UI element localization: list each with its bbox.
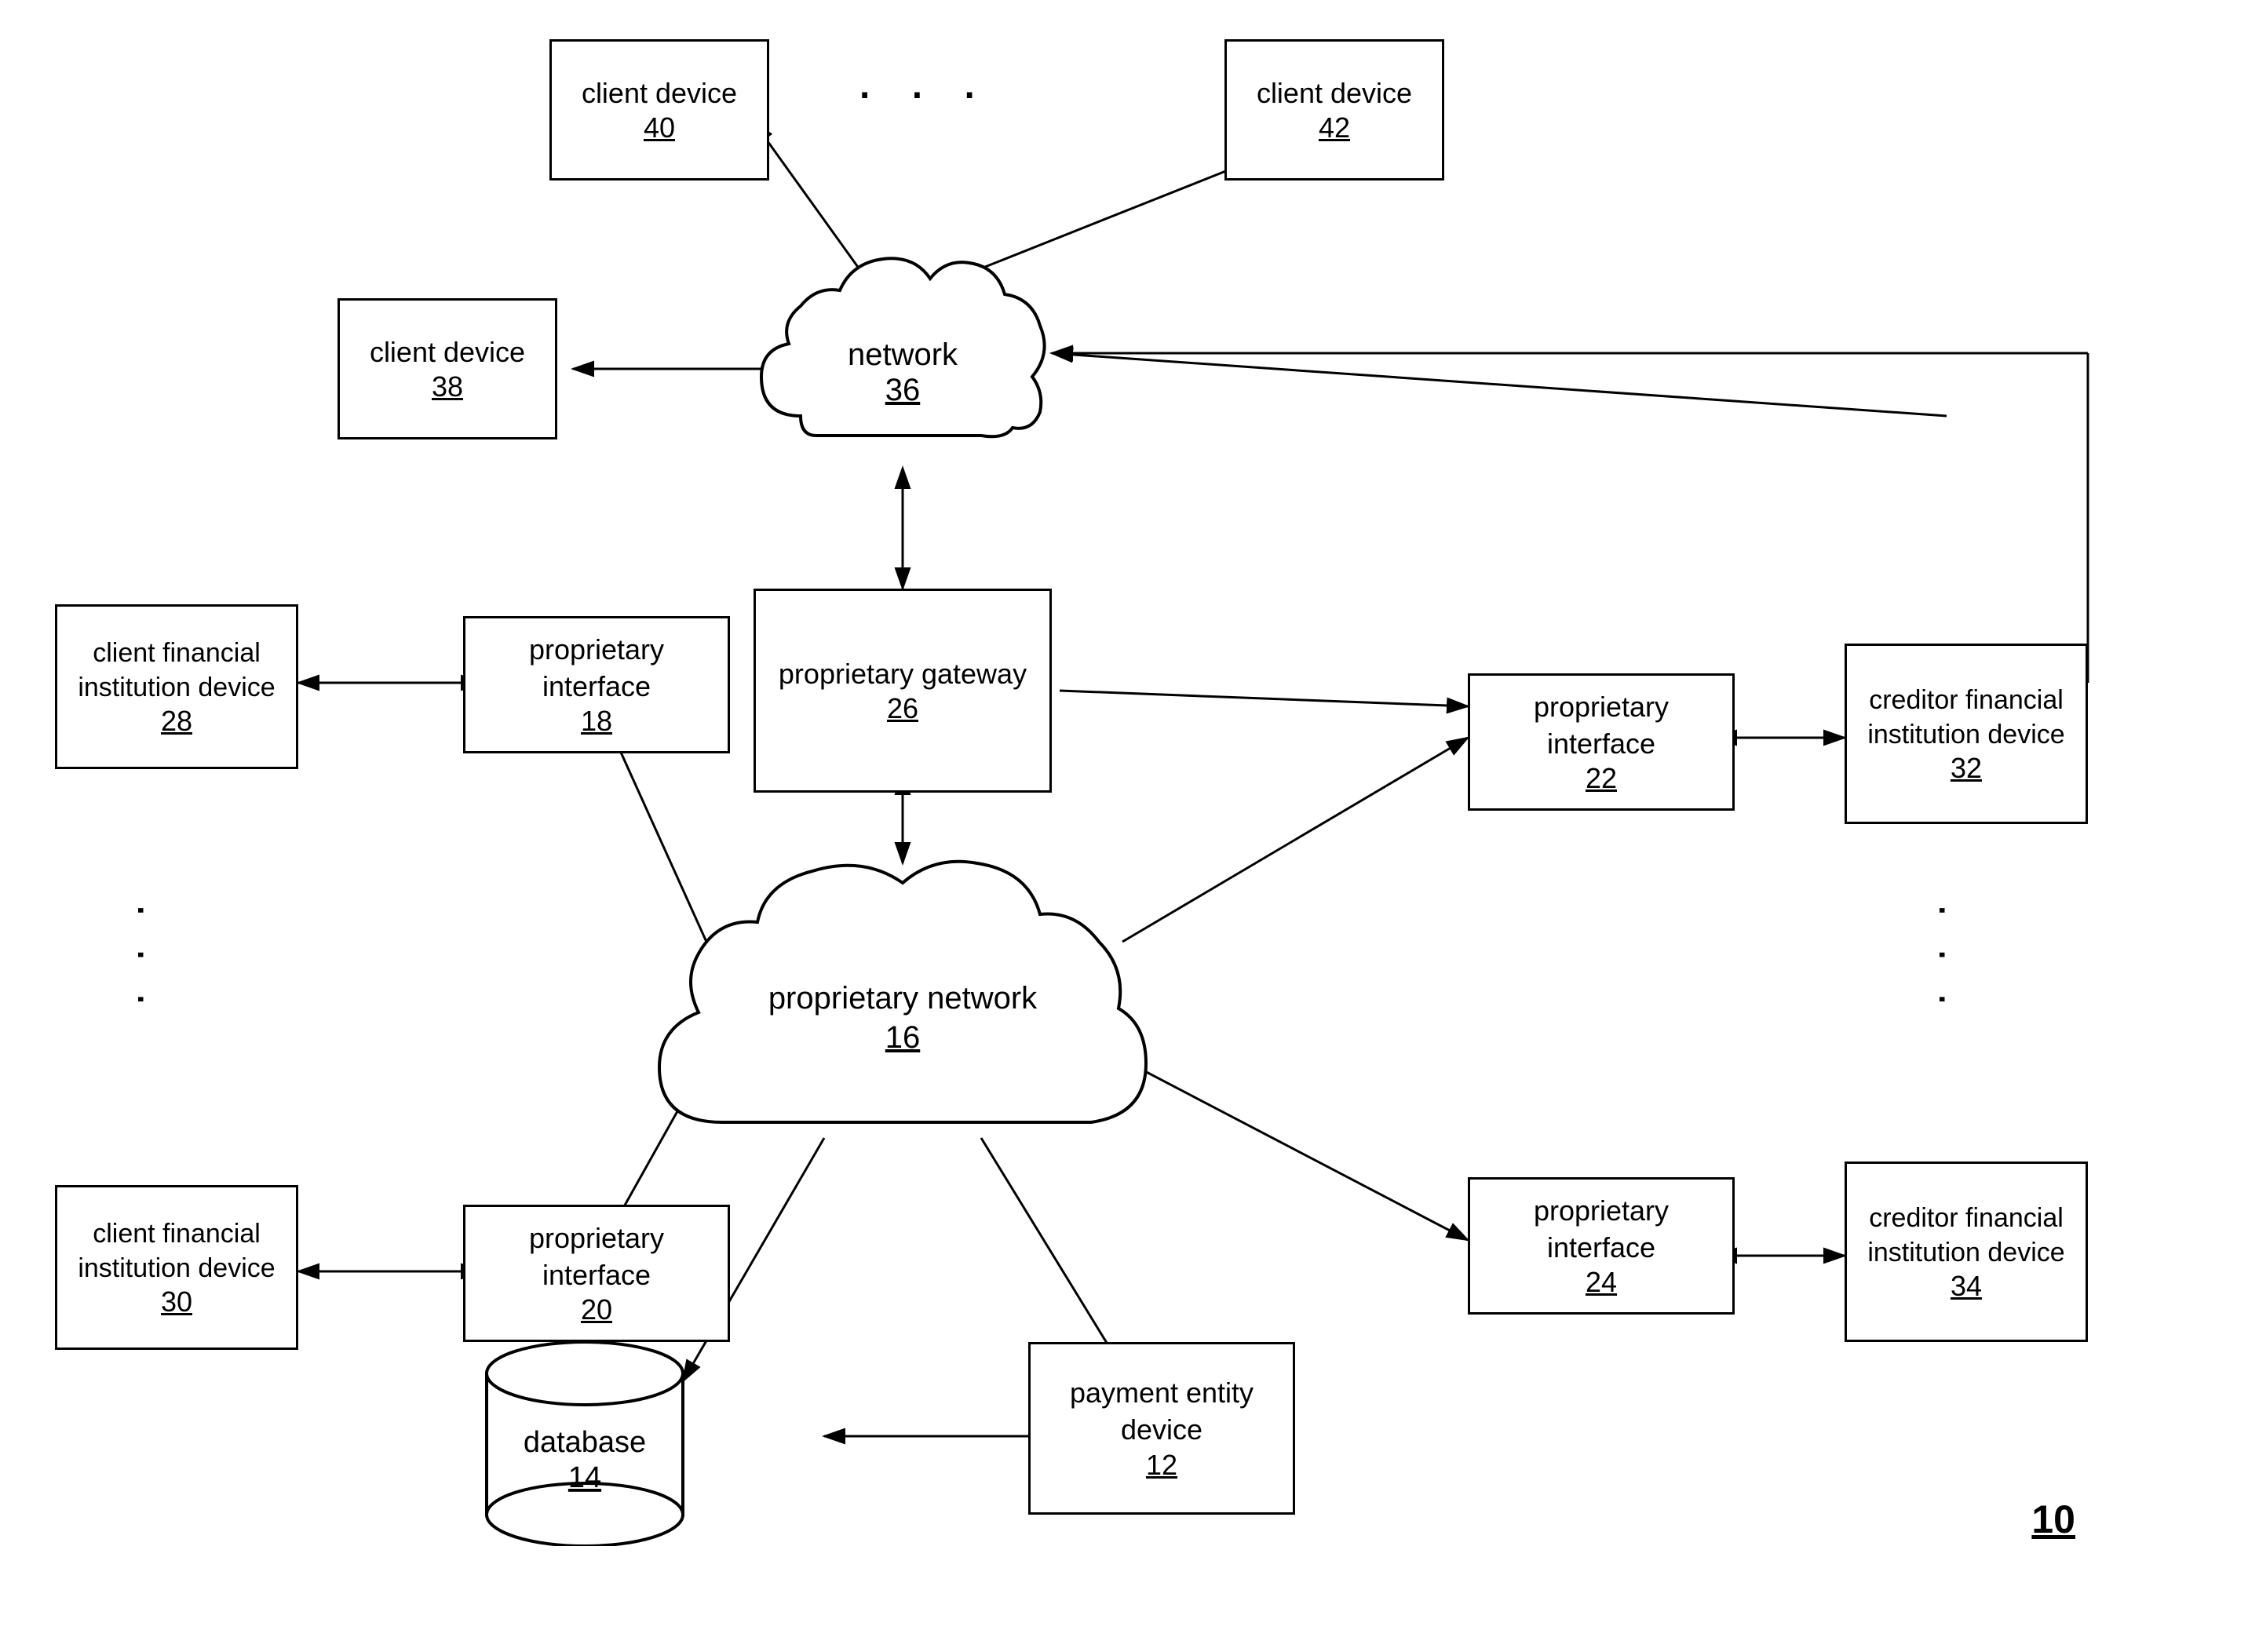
creditor-financial-34-label: creditor financial institution device <box>1855 1201 2078 1270</box>
svg-text:16: 16 <box>885 1020 921 1055</box>
proprietary-interface-24-box: proprietary interface 24 <box>1468 1177 1735 1315</box>
proprietary-interface-24-label: proprietary interface <box>1478 1193 1724 1267</box>
proprietary-interface-18-box: proprietary interface 18 <box>463 616 730 753</box>
proprietary-gateway-26-box: proprietary gateway 26 <box>754 589 1052 793</box>
client-financial-30-box: client financial institution device 30 <box>55 1185 298 1350</box>
client-financial-30-label: client financial institution device <box>65 1216 288 1285</box>
proprietary-network-16-cloud: proprietary network 16 <box>620 832 1185 1169</box>
dots-top: · · · <box>856 75 988 108</box>
proprietary-interface-24-num: 24 <box>1586 1266 1617 1299</box>
proprietary-gateway-26-label: proprietary gateway <box>779 656 1027 693</box>
proprietary-interface-20-num: 20 <box>581 1293 612 1326</box>
dots-right: · · · <box>1931 903 1959 1015</box>
proprietary-interface-22-label: proprietary interface <box>1478 689 1724 763</box>
svg-text:network: network <box>848 337 958 372</box>
proprietary-interface-22-num: 22 <box>1586 762 1617 795</box>
figure-number: 10 <box>2031 1497 2075 1542</box>
client-device-38-label: client device <box>370 334 525 371</box>
client-device-42-num: 42 <box>1319 111 1350 144</box>
svg-text:14: 14 <box>568 1461 601 1494</box>
creditor-financial-32-label: creditor financial institution device <box>1855 683 2078 752</box>
creditor-financial-32-num: 32 <box>1951 752 1982 785</box>
client-device-42-box: client device 42 <box>1224 39 1444 181</box>
client-financial-28-box: client financial institution device 28 <box>55 604 298 769</box>
payment-entity-12-box: payment entity device 12 <box>1028 1342 1295 1515</box>
client-device-38-box: client device 38 <box>338 298 557 439</box>
creditor-financial-32-box: creditor financial institution device 32 <box>1845 644 2088 824</box>
client-device-40-box: client device 40 <box>549 39 769 181</box>
proprietary-interface-22-box: proprietary interface 22 <box>1468 673 1735 811</box>
creditor-financial-34-box: creditor financial institution device 34 <box>1845 1162 2088 1342</box>
proprietary-interface-20-box: proprietary interface 20 <box>463 1205 730 1342</box>
client-device-40-num: 40 <box>644 111 675 144</box>
dots-left: · · · <box>130 903 158 1015</box>
database-14-cylinder: database 14 <box>471 1326 699 1546</box>
payment-entity-12-num: 12 <box>1146 1449 1177 1482</box>
payment-entity-12-label: payment entity device <box>1038 1375 1285 1449</box>
proprietary-interface-18-num: 18 <box>581 705 612 738</box>
svg-text:database: database <box>524 1426 646 1459</box>
proprietary-interface-20-label: proprietary interface <box>473 1220 720 1294</box>
client-device-38-num: 38 <box>432 370 463 403</box>
creditor-financial-34-num: 34 <box>1951 1270 1982 1303</box>
client-financial-28-label: client financial institution device <box>65 636 288 705</box>
svg-text:proprietary network: proprietary network <box>768 981 1038 1016</box>
proprietary-gateway-26-num: 26 <box>887 692 918 725</box>
client-device-42-label: client device <box>1257 75 1412 112</box>
client-device-40-label: client device <box>582 75 737 112</box>
network-36-cloud: network 36 <box>738 228 1067 494</box>
svg-text:36: 36 <box>885 373 921 407</box>
client-financial-30-num: 30 <box>161 1285 192 1318</box>
proprietary-interface-18-label: proprietary interface <box>473 632 720 706</box>
diagram-container: client device 40 client device 42 · · · … <box>0 0 2248 1652</box>
client-financial-28-num: 28 <box>161 705 192 738</box>
